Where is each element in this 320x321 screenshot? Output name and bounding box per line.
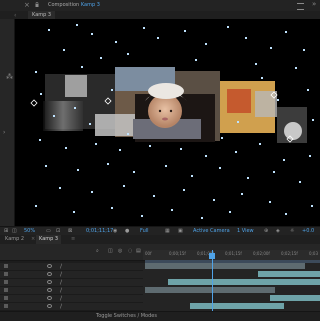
label-swatch (4, 304, 8, 308)
label-swatch (4, 288, 8, 292)
eye-icon[interactable] (47, 280, 52, 284)
panel-title: Composition Kamp 3 (48, 2, 100, 8)
layer-bar[interactable] (270, 295, 320, 301)
label-swatch (4, 296, 8, 300)
ruler-label: 0;02;00f (253, 251, 270, 256)
label-swatch (4, 280, 8, 284)
layer-row[interactable]: ∕ (0, 287, 143, 295)
layer-row[interactable]: ∕ (0, 295, 143, 303)
close-icon[interactable]: × (24, 1, 30, 9)
layer-row[interactable]: ∕ (0, 263, 143, 271)
render-icon[interactable]: ▣ (178, 227, 183, 235)
left-panel: ⁂ › (0, 19, 15, 226)
layer-bar[interactable] (258, 271, 320, 277)
label-swatch (4, 272, 8, 276)
quality-switch[interactable]: ∕ (60, 271, 62, 278)
ruler-label: 0;02;15f (281, 251, 298, 256)
composition-viewer[interactable] (15, 19, 320, 226)
current-time-indicator[interactable] (212, 250, 213, 311)
quality-switch[interactable]: ∕ (60, 279, 62, 286)
node-icon[interactable]: ⁂ (6, 73, 13, 81)
views-select[interactable]: 1 View (237, 227, 254, 235)
layer-bar[interactable] (168, 279, 320, 285)
ruler-label: 00f (145, 251, 152, 256)
ruler-label: 0;01;15f (225, 251, 242, 256)
ruler-label: 0;03 (309, 251, 318, 256)
eye-icon[interactable] (47, 296, 52, 300)
eye-icon[interactable] (47, 304, 52, 308)
tab-kamp-2[interactable]: Kamp 2 (2, 235, 27, 244)
ruler-label: 0;00;15f (169, 251, 186, 256)
eye-icon[interactable] (47, 288, 52, 292)
eye-icon[interactable] (47, 264, 52, 268)
panel-prefix: Composition (48, 2, 80, 8)
layer-bar[interactable] (190, 303, 284, 309)
fit-icon[interactable]: ▭ (46, 227, 51, 235)
comp-tab-row: ‹ Kamp 3 (0, 11, 320, 19)
timecode[interactable]: 0;01;11;17 (86, 227, 113, 235)
grid-icon[interactable]: ⊞ (4, 227, 8, 235)
exposure-icon[interactable]: ☼ (290, 227, 294, 235)
search-icon[interactable]: ⌕ (96, 248, 99, 254)
layer-bar[interactable] (145, 287, 275, 293)
tab-comp[interactable]: Kamp 3 (28, 11, 56, 19)
layer-stack: ∕ ∕ ∕ ∕ ∕ ∕ (0, 263, 320, 311)
panel-comp-name[interactable]: Kamp 3 (81, 2, 100, 8)
camera-icon[interactable]: ◉ (113, 227, 117, 235)
quality-switch[interactable]: ∕ (60, 287, 62, 294)
motion-blur-icon[interactable]: ◌ (128, 248, 132, 254)
expand-icon[interactable]: » (312, 0, 316, 8)
lut-icon[interactable]: ⊕ (264, 227, 268, 235)
graph-editor-icon[interactable]: ▤ (136, 248, 141, 254)
quality-switch[interactable]: ∕ (60, 303, 62, 310)
toggle-modes-button[interactable]: Toggle Switches / Modes (96, 313, 157, 319)
color-icon[interactable]: ● (125, 227, 129, 235)
overlay-icon[interactable]: ◫ (12, 227, 17, 235)
camera-select[interactable]: Active Camera (193, 227, 230, 235)
lock-icon[interactable] (35, 2, 39, 7)
layer-row[interactable]: ∕ (0, 303, 143, 311)
zoom-select[interactable]: 50% (24, 227, 35, 235)
region-icon[interactable]: ⊡ (56, 227, 60, 235)
flow-icon[interactable]: ‹ (14, 12, 16, 19)
layer-row[interactable]: ∕ (0, 279, 143, 287)
resolution-select[interactable]: Full (140, 227, 149, 235)
comp-flow-icon[interactable]: ◫ (108, 248, 113, 254)
arrow-icon[interactable]: › (3, 129, 5, 136)
quality-switch[interactable]: ∕ (60, 263, 62, 270)
menu-icon[interactable] (297, 3, 304, 10)
safe-icon[interactable]: ⊠ (68, 227, 72, 235)
draft-icon[interactable]: ◎ (118, 248, 122, 254)
playhead-icon[interactable] (209, 253, 215, 259)
timeline-tabs: Kamp 2 × Kamp 3 ≡ (0, 235, 320, 244)
tab-kamp-3[interactable]: Kamp 3 (36, 235, 62, 244)
viewer-canvas (30, 24, 314, 219)
layer-row[interactable]: ∕ (0, 271, 143, 279)
layer-bar[interactable] (145, 263, 305, 269)
label-swatch (4, 264, 8, 268)
menu-icon[interactable]: ≡ (68, 235, 78, 244)
transparency-icon[interactable]: ▦ (165, 227, 170, 235)
time-ruler[interactable]: 00f 0;00;15f 0;01;00f 0;01;15f 0;02;00f … (143, 250, 320, 260)
eye-icon[interactable] (47, 272, 52, 276)
exposure-value[interactable]: +0.0 (302, 227, 314, 235)
quality-switch[interactable]: ∕ (60, 295, 62, 302)
snapshot-icon[interactable]: ◈ (276, 227, 280, 235)
